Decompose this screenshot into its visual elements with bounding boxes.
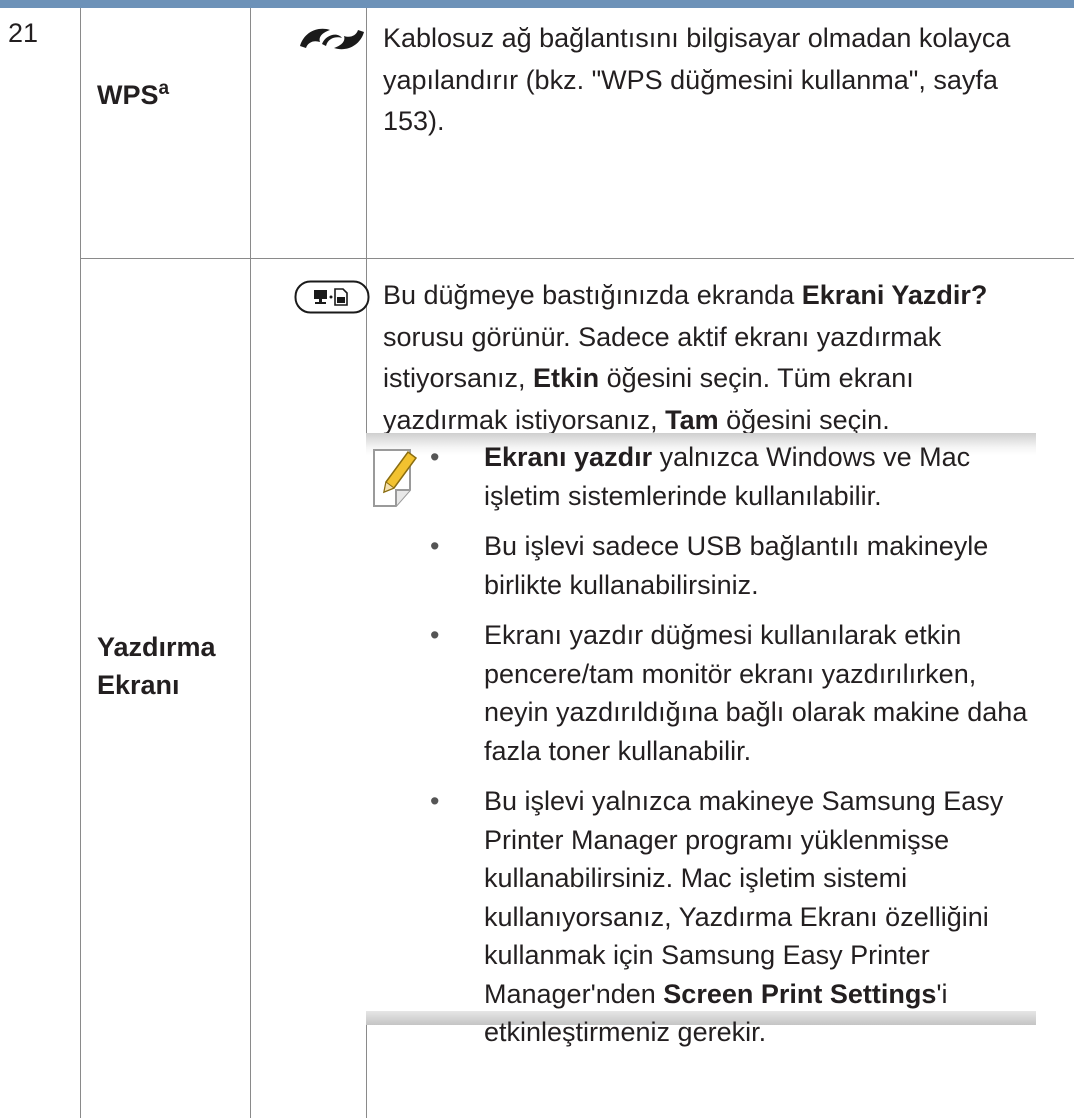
desc-bold-tam: Tam [665, 404, 719, 435]
column-divider-1 [80, 8, 81, 1118]
desc-bold-ekrani-yazdir: Ekrani Yazdir? [801, 280, 988, 310]
bullet-2-text: Bu işlevi sadece USB bağlantılı makineyl… [484, 531, 989, 600]
wps-button-icon [300, 28, 364, 50]
print-screen-label-line1: Yazdırma [97, 632, 216, 662]
bullet-3-text: Ekranı yazdır düğmesi kullanılarak etkin… [484, 620, 1028, 766]
bullet-dot: • [430, 786, 440, 816]
note-bullet-1: • Ekranı yazdır yalnızca Windows ve Mac … [430, 438, 1042, 515]
note-bullet-4: • Bu işlevi yalnızca makineye Samsung Ea… [430, 782, 1042, 1052]
bullet-dot: • [430, 620, 440, 650]
desc-text-4: öğesini seçin. [718, 404, 890, 435]
column-divider-2 [250, 8, 251, 1118]
note-bullet-3: • Ekranı yazdır düğmesi kullanılarak etk… [430, 616, 1042, 770]
bullet-dot: • [430, 442, 440, 472]
desc-text-1: Bu düğmeye bastığınızda ekranda [383, 280, 802, 310]
print-screen-button-icon [294, 280, 370, 314]
bullet-1-bold: Ekranı yazdır [484, 442, 653, 472]
note-bullet-list: • Ekranı yazdır yalnızca Windows ve Mac … [430, 438, 1042, 1064]
print-screen-label-line2: Ekranı [97, 670, 180, 700]
note-bullet-2: • Bu işlevi sadece USB bağlantılı makine… [430, 527, 1042, 604]
wps-footnote-marker: a [158, 78, 170, 99]
bullet-4-text-1: Bu işlevi yalnızca makineye Samsung Easy… [484, 786, 1004, 1009]
wps-label: WPSa [97, 70, 169, 114]
note-pencil-icon [373, 449, 418, 507]
wps-description: Kablosuz ağ bağlantısını bilgisayar olma… [383, 23, 1011, 136]
row-divider [80, 258, 1074, 259]
table-top-rule [0, 0, 1074, 8]
wps-label-text: WPS [97, 80, 159, 110]
desc-bold-etkin: Etkin [533, 363, 600, 393]
print-screen-description: Bu düğmeye bastığınızda ekranda Ekrani Y… [383, 275, 1043, 441]
bullet-4-bold: Screen Print Settings [663, 978, 937, 1009]
bullet-dot: • [430, 531, 440, 561]
row-number: 21 [8, 18, 39, 48]
print-screen-label: Yazdırma Ekranı [97, 628, 216, 704]
